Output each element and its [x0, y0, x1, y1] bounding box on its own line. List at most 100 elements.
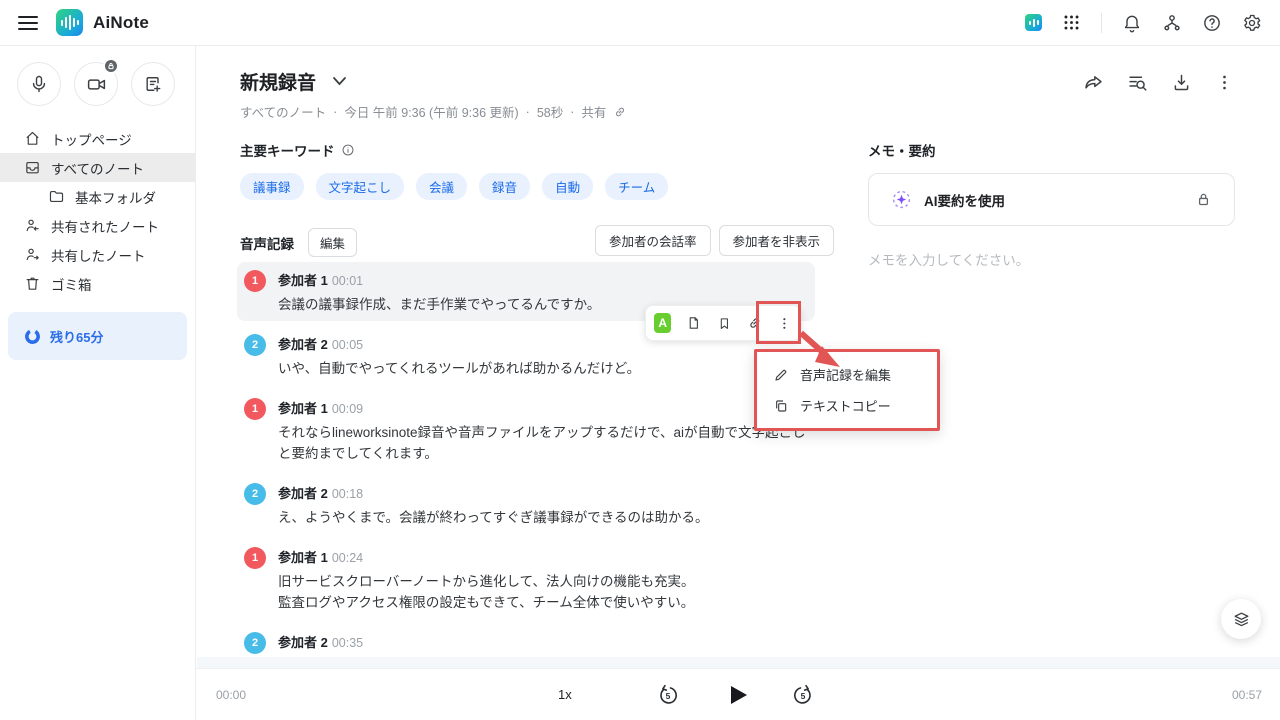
keyword-tag[interactable]: チーム	[605, 173, 668, 200]
skip-forward-5-icon[interactable]: 5	[791, 683, 815, 707]
title-chevron-down-icon[interactable]	[332, 76, 347, 87]
hamburger-menu-icon[interactable]	[18, 15, 38, 31]
highlight-a-icon[interactable]: A	[654, 313, 671, 333]
playback-speed-button[interactable]: 1x	[558, 687, 572, 702]
new-note-icon	[143, 74, 163, 94]
new-note-button[interactable]	[131, 62, 175, 106]
speaker-avatar: 1	[244, 270, 266, 292]
layers-fab-button[interactable]	[1221, 599, 1261, 639]
download-icon[interactable]	[1171, 72, 1192, 93]
sidebar-item-label: トップページ	[51, 129, 132, 149]
keyword-tag[interactable]: 会議	[416, 173, 467, 200]
sidebar-item-shared-by-me[interactable]: 共有したノート	[0, 240, 195, 269]
home-icon	[24, 130, 41, 147]
breadcrumb[interactable]: すべてのノート	[240, 102, 326, 121]
shared-with-me-icon	[24, 217, 41, 234]
timestamp[interactable]: 00:09	[332, 402, 363, 416]
transcript-text: 監査ログやアクセス権限の設定もできて、チーム全体で使いやすい。	[278, 592, 694, 613]
meta-separator: ·	[526, 105, 530, 119]
sidebar-item-basic-folder[interactable]: 基本フォルダ	[0, 182, 195, 211]
talk-ratio-button[interactable]: 参加者の会話率	[595, 225, 711, 256]
sidebar-item-label: 共有したノート	[51, 245, 146, 265]
layers-icon	[1232, 610, 1251, 629]
record-audio-button[interactable]	[17, 62, 61, 106]
menu-item-edit-transcript[interactable]: 音声記録を編集	[757, 359, 937, 390]
more-options-icon[interactable]	[1215, 73, 1234, 92]
remaining-time-card[interactable]: 残り65分	[8, 312, 187, 360]
svg-text:5: 5	[666, 691, 671, 701]
help-icon[interactable]	[1202, 13, 1222, 33]
meta-separator: ·	[333, 105, 337, 119]
note-duration: 58秒	[537, 102, 563, 121]
keywords-heading: 主要キーワード	[240, 140, 335, 160]
org-chart-icon[interactable]	[1162, 13, 1182, 33]
edit-pencil-icon	[773, 367, 789, 383]
keyword-tag[interactable]: 録音	[479, 173, 530, 200]
info-icon[interactable]	[341, 143, 355, 157]
menu-item-label: テキストコピー	[800, 396, 891, 415]
video-camera-icon	[86, 74, 107, 95]
timestamp[interactable]: 00:01	[332, 274, 363, 288]
keyword-tag[interactable]: 自動	[542, 173, 593, 200]
hide-participants-button[interactable]: 参加者を非表示	[719, 225, 835, 256]
folder-icon	[48, 188, 65, 205]
remaining-time-label: 残り65分	[50, 327, 103, 346]
app-launcher-icon[interactable]	[1062, 13, 1081, 32]
transcript-row[interactable]: 2 参加者 200:18 え、ようやくまで。会議が終わってすぐぎ議事録ができるの…	[244, 483, 709, 528]
bookmark-icon[interactable]	[717, 315, 732, 332]
transcript-text: 会議の議事録作成、まだ手作業でやってるんですか。	[278, 294, 600, 315]
sidebar-item-label: 基本フォルダ	[75, 187, 156, 207]
timestamp[interactable]: 00:35	[332, 636, 363, 650]
timestamp[interactable]: 00:24	[332, 551, 363, 565]
settings-icon[interactable]	[1242, 13, 1262, 33]
sidebar-item-shared-with-me[interactable]: 共有されたノート	[0, 211, 195, 240]
speaker-avatar: 2	[244, 334, 266, 356]
speaker-avatar: 2	[244, 632, 266, 654]
timestamp[interactable]: 00:18	[332, 487, 363, 501]
transcript-row[interactable]: 2 参加者 2 00:35	[244, 632, 363, 656]
menu-item-copy-text[interactable]: テキストコピー	[757, 390, 937, 421]
timestamp[interactable]: 00:05	[332, 338, 363, 352]
share-status-label[interactable]: 共有	[581, 102, 606, 121]
speaker-name: 参加者 1	[278, 550, 328, 565]
note-page-icon[interactable]	[686, 314, 702, 332]
transcript-text: え、ようやくまで。会議が終わってすぐぎ議事録ができるのは助かる。	[278, 507, 709, 528]
skip-back-5-icon[interactable]: 5	[656, 683, 680, 707]
sidebar-item-all-notes[interactable]: すべてのノート	[0, 153, 195, 182]
shared-by-me-icon	[24, 246, 41, 263]
transcript-row[interactable]: 2 参加者 200:05 いや、自動でやってくれるツールがあれば助かるんだけど。	[244, 334, 640, 379]
search-transcript-icon[interactable]	[1127, 72, 1148, 93]
player-current-time: 00:00	[216, 688, 246, 702]
microphone-icon	[29, 74, 49, 94]
memo-heading: メモ・要約	[868, 140, 936, 160]
main-content: 新規録音 すべてのノート · 今日 午前 9:36 (午前 9:36 更新) ·…	[196, 46, 1280, 668]
sidebar-item-label: ゴミ箱	[51, 274, 92, 294]
keyword-tag[interactable]: 文字起こし	[316, 173, 405, 200]
ai-summary-button[interactable]: AI要約を使用	[868, 173, 1235, 226]
share-link-icon[interactable]	[613, 105, 627, 119]
app-logo-mini-icon[interactable]	[1025, 14, 1042, 31]
keyword-tag[interactable]: 議事録	[240, 173, 304, 200]
sidebar-item-top-page[interactable]: トップページ	[0, 124, 195, 153]
transcript-row[interactable]: 1 参加者 100:09 それならlineworksinote録音や音声ファイル…	[244, 398, 815, 464]
edit-transcript-button[interactable]: 編集	[308, 228, 357, 257]
notifications-icon[interactable]	[1122, 13, 1142, 33]
speaker-name: 参加者 1	[278, 273, 328, 288]
speaker-name: 参加者 2	[278, 337, 328, 352]
speaker-avatar: 1	[244, 547, 266, 569]
transcript-row[interactable]: 1 参加者 1 00:01 会議の議事録作成、まだ手作業でやってるんですか。	[244, 270, 600, 315]
play-button-icon[interactable]	[727, 683, 749, 707]
sidebar-item-trash[interactable]: ゴミ箱	[0, 269, 195, 298]
transcript-row[interactable]: 1 参加者 100:24 旧サービスクローバーノートから進化して、法人向けの機能…	[244, 547, 694, 613]
lock-badge-icon	[103, 58, 119, 74]
share-note-icon[interactable]	[1083, 72, 1104, 93]
note-timestamp: 今日 午前 9:36 (午前 9:36 更新)	[344, 102, 518, 121]
locked-feature-icon	[1195, 191, 1212, 208]
memo-input-placeholder[interactable]: メモを入力してください。	[868, 249, 1029, 269]
ai-sparkle-icon	[891, 189, 912, 210]
meta-separator: ·	[570, 105, 574, 119]
annotation-arrow	[795, 328, 847, 374]
record-video-button[interactable]	[74, 62, 118, 106]
speaker-name: 参加者 2	[278, 635, 328, 650]
context-menu: 音声記録を編集 テキストコピー	[757, 352, 937, 428]
